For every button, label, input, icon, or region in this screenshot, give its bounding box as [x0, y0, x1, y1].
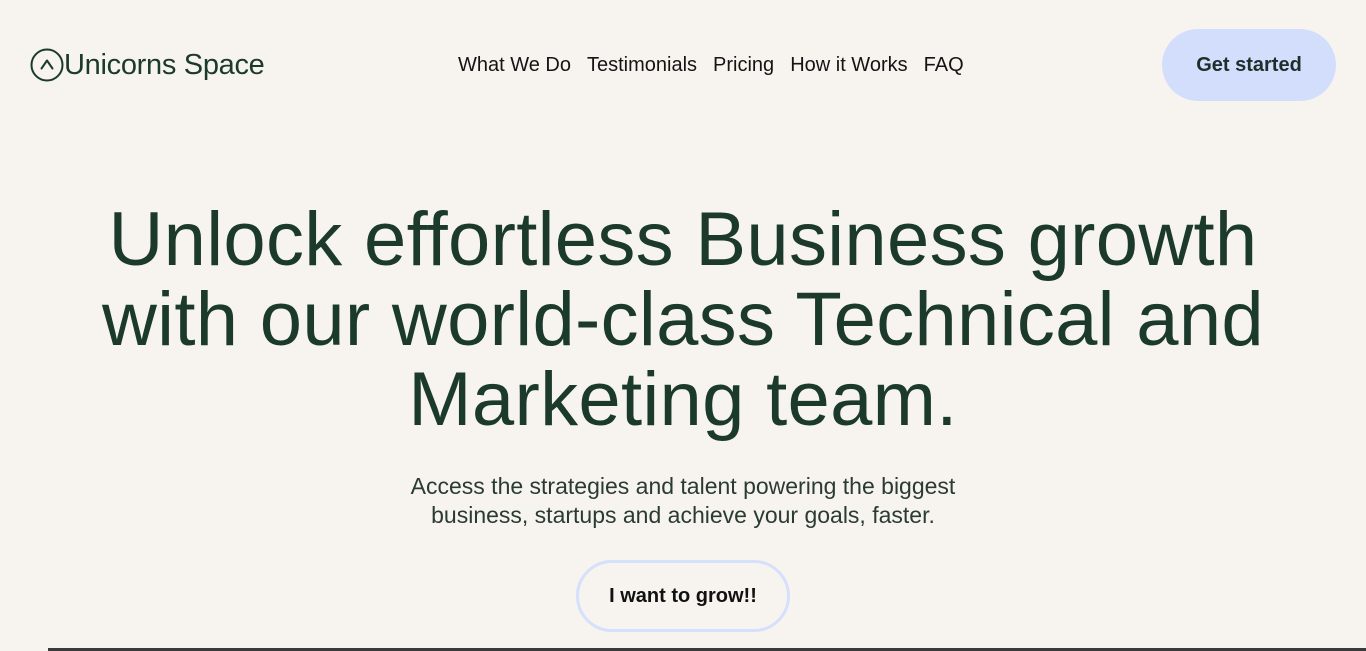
hero-subtitle-line-2: business, startups and achieve your goal…: [431, 502, 935, 528]
chevron-up-circle-icon: [30, 48, 64, 82]
nav-link-pricing[interactable]: Pricing: [713, 52, 774, 78]
nav-link-testimonials[interactable]: Testimonials: [587, 52, 697, 78]
top-navbar: Unicorns Space What We Do Testimonials P…: [0, 0, 1366, 130]
hero-subtitle-line-1: Access the strategies and talent powerin…: [410, 473, 956, 499]
brand-name: Unicorns Space: [64, 49, 265, 81]
main-nav: What We Do Testimonials Pricing How it W…: [458, 52, 964, 78]
nav-link-what-we-do[interactable]: What We Do: [458, 52, 571, 78]
hero-subtitle: Access the strategies and talent powerin…: [0, 472, 1366, 530]
nav-link-how-it-works[interactable]: How it Works: [790, 52, 907, 78]
hero-title-line-3: Marketing team.: [408, 357, 958, 442]
hero-title: Unlock effortless Business growth with o…: [0, 200, 1366, 440]
brand-logo-link[interactable]: Unicorns Space: [30, 47, 265, 83]
get-started-button[interactable]: Get started: [1162, 29, 1336, 101]
nav-link-faq[interactable]: FAQ: [924, 52, 964, 78]
i-want-to-grow-button[interactable]: I want to grow!!: [576, 560, 790, 632]
hero-title-line-1: Unlock effortless Business growth: [108, 197, 1258, 282]
hero-title-line-2: with our world-class Technical and: [101, 277, 1264, 362]
